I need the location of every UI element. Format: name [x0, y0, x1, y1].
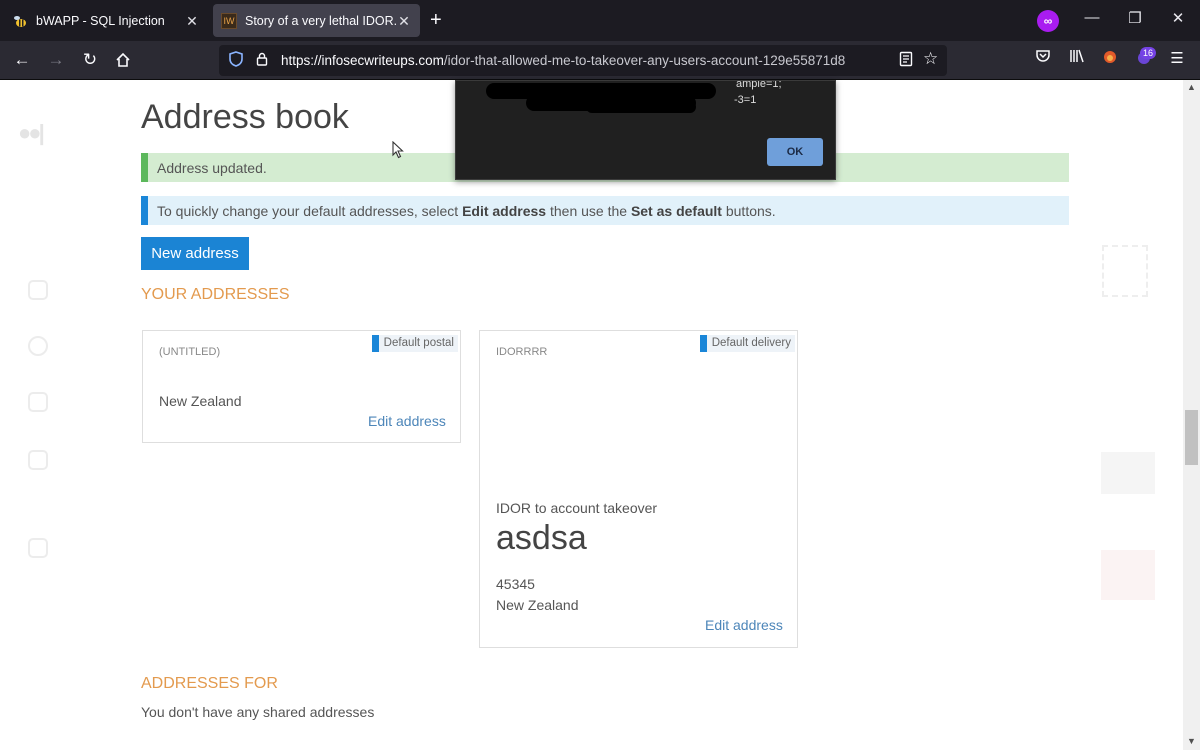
- shared-addresses-text: You don't have any shared addresses: [141, 704, 375, 720]
- home-icon: [28, 280, 48, 300]
- medium-logo: ●●|: [18, 120, 45, 145]
- reload-icon[interactable]: ↻: [78, 48, 102, 72]
- page-title: Address book: [141, 98, 349, 136]
- close-icon[interactable]: ✕: [184, 13, 200, 29]
- default-postal-tag: Default postal: [371, 335, 458, 352]
- address-street: asdsa: [496, 519, 587, 557]
- restore-button[interactable]: ❐: [1124, 9, 1146, 27]
- info-text: then use the: [549, 202, 628, 219]
- info-edit-address: Edit address: [462, 202, 547, 219]
- address-bar[interactable]: https://infosecwriteups.com/idor-that-al…: [219, 45, 947, 76]
- background-image-placeholder: [1101, 452, 1155, 494]
- tab-bwapp[interactable]: bWAPP - SQL Injection ✕: [4, 4, 208, 37]
- navigation-toolbar: ← → ↻ https://infosecwriteups.com/idor-t…: [0, 41, 1200, 80]
- forward-icon[interactable]: →: [44, 48, 68, 72]
- url-path: /idor-that-allowed-me-to-takeover-any-us…: [443, 53, 846, 68]
- mouse-cursor-icon: [392, 140, 404, 164]
- window-close-button[interactable]: ✕: [1167, 9, 1189, 27]
- dialog-message: ample=1; -3=1: [466, 81, 826, 121]
- redaction-mark: [586, 101, 696, 113]
- write-icon: [28, 538, 48, 558]
- shield-icon[interactable]: [225, 51, 247, 70]
- dialog-message-line: -3=1: [734, 94, 757, 106]
- edit-address-link[interactable]: Edit address: [705, 617, 783, 633]
- site-favicon: IW: [221, 12, 237, 29]
- addresses-for-heading: ADDRESSES FOR: [141, 675, 278, 692]
- address-country: New Zealand: [496, 597, 579, 613]
- dialog-message-line: ample=1;: [736, 81, 782, 90]
- bookmark-icon: [28, 392, 48, 412]
- page-content: ●●| Address book Address updated. To qui…: [0, 80, 1200, 750]
- address-name: IDORRRR: [496, 346, 548, 358]
- bookmark-star-icon[interactable]: ☆: [923, 49, 938, 69]
- new-tab-button[interactable]: +: [430, 10, 442, 30]
- scrollbar-thumb[interactable]: [1185, 410, 1198, 465]
- info-text: To quickly change your default addresses…: [157, 202, 459, 219]
- address-country: New Zealand: [159, 393, 242, 409]
- pocket-icon[interactable]: [1031, 49, 1055, 67]
- info-text: buttons.: [725, 202, 776, 219]
- bell-icon: [28, 336, 48, 356]
- new-address-button[interactable]: New address: [141, 237, 249, 270]
- scroll-up-icon[interactable]: ▲: [1183, 80, 1200, 94]
- background-image-placeholder: [1102, 245, 1148, 297]
- scroll-down-icon[interactable]: ▼: [1183, 734, 1200, 748]
- lock-icon[interactable]: [251, 52, 273, 69]
- address-card-postal: Default postal (UNTITLED) New Zealand Ed…: [142, 330, 461, 443]
- menu-icon[interactable]: ☰: [1165, 49, 1189, 67]
- background-image-placeholder: [1101, 550, 1155, 600]
- private-mask-icon[interactable]: ∞: [1037, 10, 1059, 32]
- tab-strip: bWAPP - SQL Injection ✕ IW Story of a ve…: [0, 0, 1200, 41]
- bee-icon: [12, 13, 28, 29]
- tab-title: Story of a very lethal IDOR.. Hel: [245, 13, 396, 28]
- extension-fox-icon[interactable]: [1098, 49, 1122, 69]
- info-set-default: Set as default: [630, 202, 722, 219]
- url-domain: https://infosecwriteups.com: [281, 53, 444, 68]
- extension-badge: 16: [1140, 47, 1157, 59]
- tab-infosecwriteups[interactable]: IW Story of a very lethal IDOR.. Hel ✕: [213, 4, 420, 37]
- info-alert: To quickly change your default addresses…: [141, 196, 1069, 225]
- address-card-delivery: Default delivery IDORRRR IDOR to account…: [479, 330, 798, 648]
- minimize-button[interactable]: —: [1081, 9, 1103, 26]
- default-delivery-tag: Default delivery: [699, 335, 795, 352]
- home-icon[interactable]: [111, 48, 135, 72]
- back-icon[interactable]: ←: [10, 48, 34, 72]
- address-name: (UNTITLED): [159, 346, 221, 358]
- tab-title: bWAPP - SQL Injection: [36, 13, 165, 28]
- list-icon: [28, 450, 48, 470]
- close-icon[interactable]: ✕: [396, 13, 412, 29]
- address-postcode: 45345: [496, 576, 535, 592]
- library-icon[interactable]: [1065, 49, 1089, 67]
- ok-button[interactable]: OK: [767, 138, 823, 166]
- url-text[interactable]: https://infosecwriteups.com/idor-that-al…: [281, 53, 845, 68]
- edit-address-link[interactable]: Edit address: [368, 413, 446, 429]
- address-company: IDOR to account takeover: [496, 500, 658, 516]
- your-addresses-heading: YOUR ADDRESSES: [141, 286, 290, 303]
- reader-view-icon[interactable]: [899, 51, 913, 71]
